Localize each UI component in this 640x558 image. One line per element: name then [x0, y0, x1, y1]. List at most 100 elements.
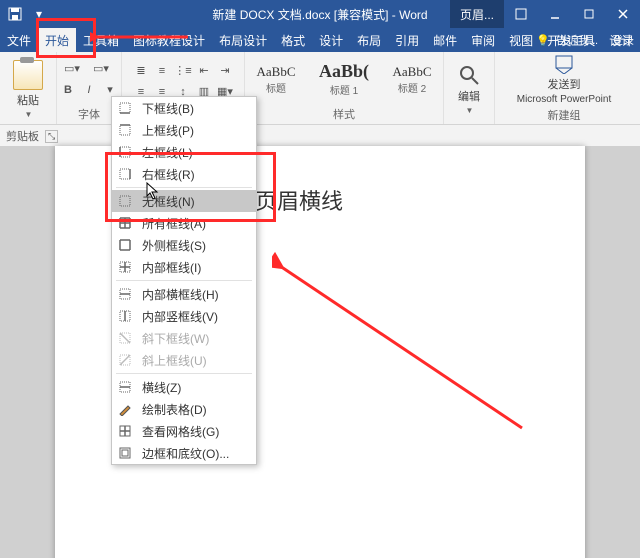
border-dialog-icon	[116, 444, 134, 462]
tab-7[interactable]: 引用	[388, 28, 426, 52]
menu-item-all[interactable]: 所有框线(A)	[112, 212, 256, 234]
send-icon	[552, 54, 576, 74]
chevron-down-icon: ▼	[25, 110, 33, 119]
send-target-label: Microsoft PowerPoint	[517, 94, 611, 105]
menu-item-none[interactable]: 无框线(N)	[112, 190, 256, 212]
style-2[interactable]: AaBbC标题 2	[379, 61, 445, 98]
group-font-label: 字体	[78, 104, 100, 124]
menu-item-label: 下框线(B)	[142, 100, 194, 117]
tab-4[interactable]: 格式	[274, 28, 312, 52]
tab-2[interactable]: 图标教程设计	[126, 28, 212, 52]
menu-item-label: 右框线(R)	[142, 166, 195, 183]
login-link[interactable]: 登录	[612, 32, 634, 48]
tab-8[interactable]: 邮件	[426, 28, 464, 52]
menu-item-outside[interactable]: 外侧框线(S)	[112, 234, 256, 256]
style-0[interactable]: AaBbC标题	[243, 61, 309, 98]
menu-item-label: 内部竖框线(V)	[142, 308, 218, 325]
find-icon	[458, 64, 480, 86]
menu-item-grid[interactable]: 查看网格线(G)	[112, 420, 256, 442]
menu-item-label: 内部框线(I)	[142, 259, 201, 276]
menu-item-label: 左框线(L)	[142, 144, 193, 161]
paste-label: 粘贴	[17, 92, 39, 108]
clipboard-label: 剪贴板	[6, 128, 39, 144]
close-button[interactable]	[606, 0, 640, 28]
menu-item-right[interactable]: 右框线(R)	[112, 163, 256, 185]
ribbon-tabs: 文件 开始工具箱图标教程设计布局设计格式设计布局引用邮件审阅视图开发工具设计 💡…	[0, 28, 640, 52]
document-area: 页眉横线	[0, 146, 640, 558]
tab-9[interactable]: 审阅	[464, 28, 502, 52]
menu-item-label: 查看网格线(G)	[142, 423, 219, 440]
border-draw-icon	[116, 400, 134, 418]
title-bar: ▾ 新建 DOCX 文档.docx [兼容模式] - Word 页眉...	[0, 0, 640, 28]
menu-item-diagUp: 斜上框线(U)	[112, 349, 256, 371]
tell-me-icon: 💡	[536, 34, 550, 47]
menu-item-left[interactable]: 左框线(L)	[112, 141, 256, 163]
maximize-button[interactable]	[572, 0, 606, 28]
font-size-dropdown[interactable]: ▭▾	[87, 59, 115, 79]
save-button[interactable]	[4, 3, 26, 25]
minimize-button[interactable]	[538, 0, 572, 28]
paste-button[interactable]: 粘贴 ▼	[9, 60, 47, 119]
border-diagDown-icon	[116, 329, 134, 347]
menu-item-draw[interactable]: 绘制表格(D)	[112, 398, 256, 420]
ribbon: 粘贴 ▼ ▭▾ ▭▾ B I ▾ 字体 ≣	[0, 52, 640, 125]
decrease-indent-button[interactable]: ⇤	[194, 61, 214, 81]
border-inside-icon	[116, 258, 134, 276]
tab-file[interactable]: 文件	[0, 28, 38, 52]
menu-item-label: 绘制表格(D)	[142, 401, 207, 418]
style-1[interactable]: AaBb(标题 1	[311, 58, 377, 100]
ribbon-options-icon[interactable]	[504, 0, 538, 28]
group-new-label: 新建组	[548, 105, 581, 125]
chevron-down-icon: ▼	[466, 106, 474, 115]
send-to-powerpoint-button[interactable]: 发送到 Microsoft PowerPoint	[500, 54, 628, 105]
menu-item-label: 所有框线(A)	[142, 215, 206, 232]
border-top-icon	[116, 121, 134, 139]
window-title: 新建 DOCX 文档.docx [兼容模式] - Word	[212, 6, 427, 23]
border-left-icon	[116, 143, 134, 161]
menu-item-top[interactable]: 上框线(P)	[112, 119, 256, 141]
menu-item-inside[interactable]: 内部框线(I)	[112, 256, 256, 278]
multilevel-button[interactable]: ⋮≡	[173, 61, 193, 81]
edit-label: 编辑	[458, 88, 480, 104]
menu-item-label: 斜下框线(W)	[142, 330, 209, 347]
menu-item-label: 边框和底纹(O)...	[142, 445, 229, 462]
bold-button[interactable]: B	[58, 80, 78, 100]
tab-0[interactable]: 开始	[38, 28, 76, 52]
header-link[interactable]: 页眉...	[450, 0, 504, 28]
menu-item-label: 上框线(P)	[142, 122, 194, 139]
border-all-icon	[116, 214, 134, 232]
tab-3[interactable]: 布局设计	[212, 28, 274, 52]
tell-me[interactable]: 告诉我...	[556, 32, 598, 48]
border-outside-icon	[116, 236, 134, 254]
menu-item-insideV[interactable]: 内部竖框线(V)	[112, 305, 256, 327]
clipboard-icon	[13, 60, 43, 90]
border-bottom-icon	[116, 99, 134, 117]
menu-item-bottom[interactable]: 下框线(B)	[112, 97, 256, 119]
tab-1[interactable]: 工具箱	[76, 28, 126, 52]
menu-item-label: 横线(Z)	[142, 379, 181, 396]
menu-item-hr[interactable]: 横线(Z)	[112, 376, 256, 398]
qat-more-icon[interactable]: ▾	[28, 3, 50, 25]
increase-indent-button[interactable]: ⇥	[215, 61, 235, 81]
group-styles-label: 样式	[333, 104, 355, 124]
tab-6[interactable]: 布局	[350, 28, 388, 52]
border-insideH-icon	[116, 285, 134, 303]
border-insideV-icon	[116, 307, 134, 325]
menu-item-diagDown: 斜下框线(W)	[112, 327, 256, 349]
font-family-dropdown[interactable]: ▭▾	[58, 59, 86, 79]
bullets-button[interactable]: ≣	[131, 61, 151, 81]
numbering-button[interactable]: ≡	[152, 61, 172, 81]
clipboard-pane-header: 剪贴板 ⤡	[0, 125, 640, 147]
italic-button[interactable]: I	[79, 80, 99, 100]
menu-item-dialog[interactable]: 边框和底纹(O)...	[112, 442, 256, 464]
border-right-icon	[116, 165, 134, 183]
borders-dropdown-menu: 下框线(B) 上框线(P) 左框线(L) 右框线(R) 无框线(N) 所有框线(A) 外侧框…	[111, 96, 257, 465]
edit-button[interactable]: 编辑 ▼	[454, 64, 484, 115]
menu-item-insideH[interactable]: 内部横框线(H)	[112, 283, 256, 305]
menu-item-label: 斜上框线(U)	[142, 352, 207, 369]
tab-10[interactable]: 视图	[502, 28, 540, 52]
tab-5[interactable]: 设计	[312, 28, 350, 52]
menu-item-label: 无框线(N)	[142, 193, 195, 210]
menu-item-label: 内部横框线(H)	[142, 286, 219, 303]
dialog-launcher-icon[interactable]: ⤡	[45, 130, 58, 143]
